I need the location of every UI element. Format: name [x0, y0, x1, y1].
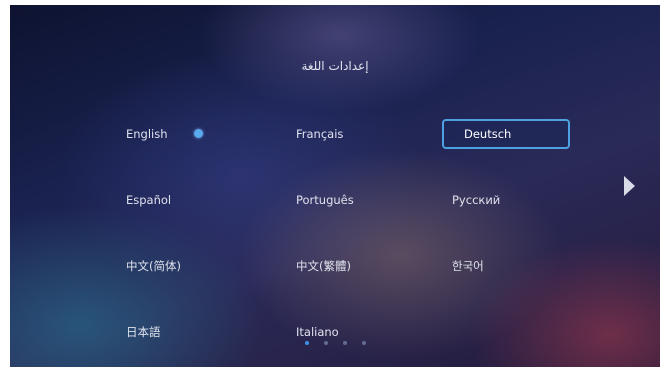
language-option-french[interactable]: Français: [286, 119, 414, 149]
language-option-chinese-simplified[interactable]: 中文(简体): [116, 251, 244, 281]
language-option-spanish[interactable]: Español: [116, 185, 244, 215]
language-settings-screen: إعدادات اللغة English Français Deutsch E…: [10, 5, 660, 367]
language-option-russian[interactable]: Русский: [442, 185, 570, 215]
page-dot-2: [324, 341, 328, 345]
language-option-german[interactable]: Deutsch: [442, 119, 570, 149]
page-dot-1: [305, 341, 309, 345]
language-option-english[interactable]: English: [116, 119, 244, 149]
language-option-portuguese[interactable]: Português: [286, 185, 414, 215]
page-dot-3: [343, 341, 347, 345]
page-dot-4: [362, 341, 366, 345]
language-grid: English Français Deutsch Español Portugu…: [10, 5, 660, 367]
language-option-chinese-traditional[interactable]: 中文(繁體): [286, 251, 414, 281]
selected-language-indicator-icon: [194, 129, 203, 138]
language-option-japanese[interactable]: 日本語: [116, 317, 244, 347]
page-indicator: [305, 341, 366, 347]
language-option-korean[interactable]: 한국어: [442, 251, 570, 281]
next-page-arrow-icon[interactable]: [624, 176, 635, 196]
